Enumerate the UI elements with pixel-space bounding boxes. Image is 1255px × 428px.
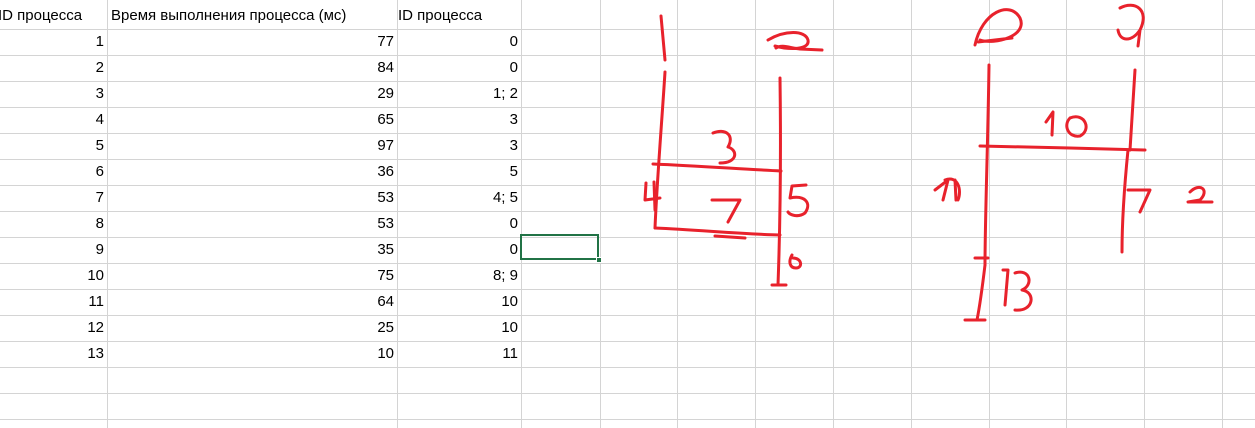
cell-dependency-ids[interactable]: 0 <box>397 237 521 263</box>
cell-dependency-ids[interactable]: 3 <box>397 107 521 133</box>
cell-execution-time[interactable]: 25 <box>107 315 397 341</box>
fill-handle[interactable] <box>596 257 602 263</box>
header-cell-execution-time[interactable]: Время выполнения процесса (мс) <box>110 3 397 29</box>
cell-dependency-ids[interactable]: 11 <box>397 341 521 367</box>
cell-process-id[interactable]: 9 <box>0 237 107 263</box>
cell-process-id[interactable]: 13 <box>0 341 107 367</box>
cell-execution-time[interactable]: 10 <box>107 341 397 367</box>
header-cell-dependency-ids[interactable]: ID процесса <box>397 3 521 29</box>
cell-process-id[interactable]: 2 <box>0 55 107 81</box>
cell-execution-time[interactable]: 84 <box>107 55 397 81</box>
cell-execution-time[interactable]: 29 <box>107 81 397 107</box>
cell-dependency-ids[interactable]: 4; 5 <box>397 185 521 211</box>
cell-dependency-ids[interactable]: 8; 9 <box>397 263 521 289</box>
cell-dependency-ids[interactable]: 0 <box>397 211 521 237</box>
cell-execution-time[interactable]: 97 <box>107 133 397 159</box>
cell-execution-time[interactable]: 75 <box>107 263 397 289</box>
active-cell-selection[interactable] <box>520 234 599 260</box>
header-cell-process-id[interactable]: ID процесса <box>0 3 107 29</box>
cell-execution-time[interactable]: 65 <box>107 107 397 133</box>
cell-execution-time[interactable]: 53 <box>107 185 397 211</box>
cell-process-id[interactable]: 8 <box>0 211 107 237</box>
cell-dependency-ids[interactable]: 0 <box>397 55 521 81</box>
cell-process-id[interactable]: 7 <box>0 185 107 211</box>
cell-dependency-ids[interactable]: 10 <box>397 289 521 315</box>
cell-process-id[interactable]: 6 <box>0 159 107 185</box>
cell-process-id[interactable]: 10 <box>0 263 107 289</box>
cell-dependency-ids[interactable]: 10 <box>397 315 521 341</box>
cell-process-id[interactable]: 5 <box>0 133 107 159</box>
cell-execution-time[interactable]: 64 <box>107 289 397 315</box>
cell-execution-time[interactable]: 35 <box>107 237 397 263</box>
cell-execution-time[interactable]: 36 <box>107 159 397 185</box>
cell-dependency-ids[interactable]: 0 <box>397 29 521 55</box>
cell-dependency-ids[interactable]: 5 <box>397 159 521 185</box>
cell-process-id[interactable]: 1 <box>0 29 107 55</box>
cell-execution-time[interactable]: 53 <box>107 211 397 237</box>
cell-process-id[interactable]: 12 <box>0 315 107 341</box>
cell-execution-time[interactable]: 77 <box>107 29 397 55</box>
cell-dependency-ids[interactable]: 1; 2 <box>397 81 521 107</box>
cell-process-id[interactable]: 4 <box>0 107 107 133</box>
cell-process-id[interactable]: 11 <box>0 289 107 315</box>
cell-process-id[interactable]: 3 <box>0 81 107 107</box>
cell-dependency-ids[interactable]: 3 <box>397 133 521 159</box>
